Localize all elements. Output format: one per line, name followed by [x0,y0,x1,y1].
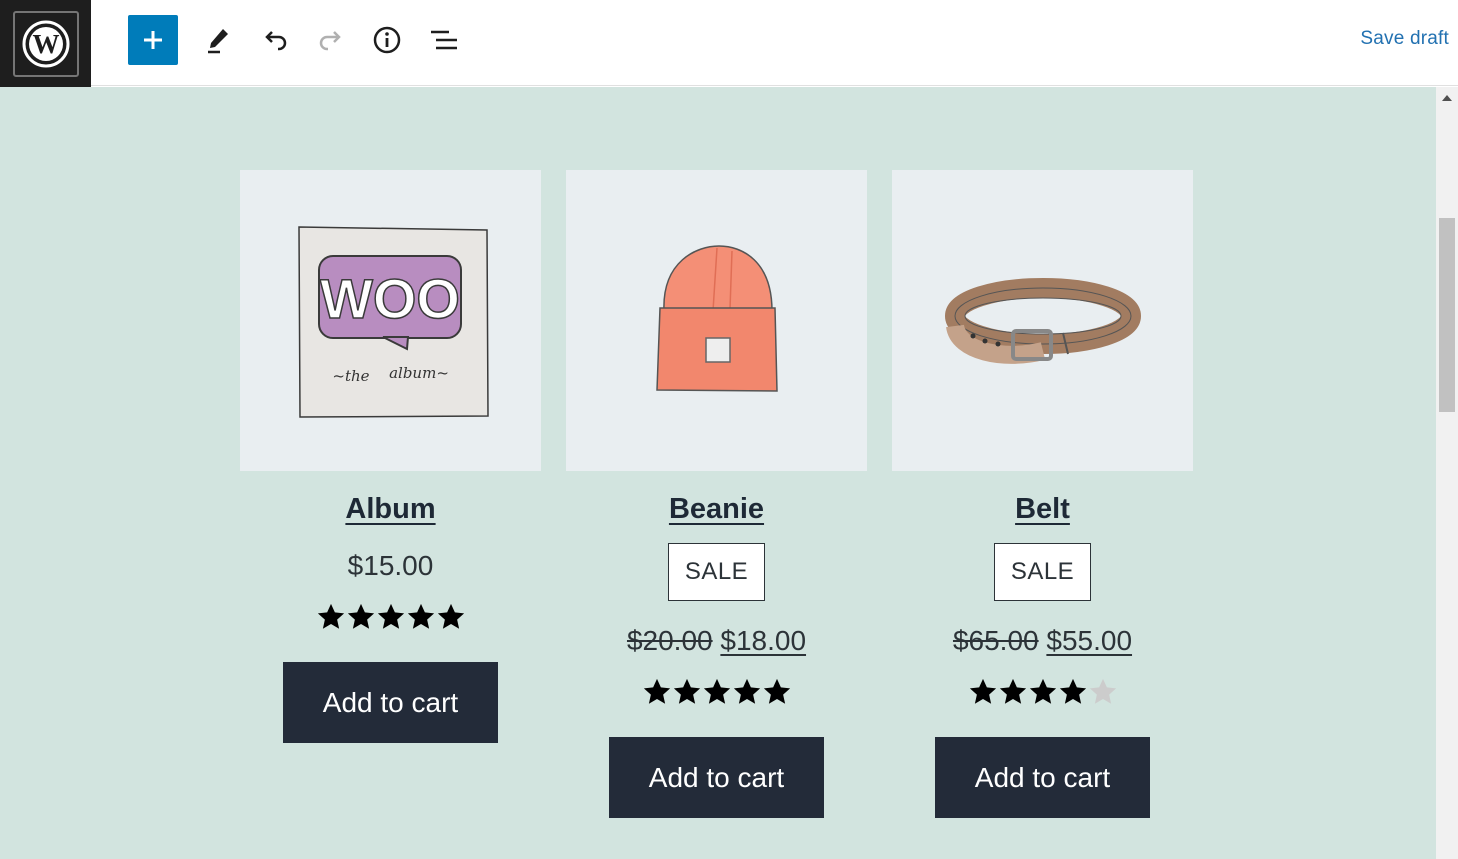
product-price: $15.00 [240,550,541,582]
star-icon [407,603,434,629]
star-rating [240,602,541,638]
star-icon [1029,678,1056,704]
original-price: $20.00 [626,625,713,656]
star-icon [703,678,730,704]
wordpress-logo-icon: W [22,20,69,67]
product-title[interactable]: Belt [1015,493,1070,526]
undo-icon [265,31,287,51]
beanie-icon [655,244,778,392]
tools-button[interactable] [193,15,243,65]
product-price: $65.00 $55.00 [892,625,1193,657]
scroll-up-arrow-icon[interactable] [1442,95,1452,101]
star-icon [969,678,996,704]
editor-canvas: WOO ~the album~ Album $15.00 Add to cart… [0,87,1436,859]
star-icon [1059,678,1086,704]
belt-icon [944,277,1141,364]
star-icon [763,678,790,704]
current-price: $15.00 [347,550,434,581]
add-to-cart-button[interactable]: Add to cart [935,737,1150,818]
svg-text:album~: album~ [389,364,449,382]
editor-header: W Save draft [0,0,1458,87]
add-block-button[interactable] [128,15,178,65]
star-rating [566,677,867,713]
scrollbar-thumb[interactable] [1439,218,1455,412]
redo-button[interactable] [306,15,356,65]
product-card: WOO ~the album~ Album $15.00 Add to cart [240,170,541,743]
woo-album-icon: WOO ~the album~ [297,225,489,418]
info-icon [373,26,401,54]
product-card: Belt SALE $65.00 $55.00 Add to cart [892,170,1193,818]
details-button[interactable] [362,15,412,65]
star-icon [673,678,700,704]
star-icon [317,603,344,629]
product-title[interactable]: Album [345,493,435,526]
product-image[interactable] [892,170,1193,471]
list-view-icon [431,30,457,50]
add-to-cart-button[interactable]: Add to cart [283,662,498,743]
pencil-icon [208,29,228,54]
sale-price: $18.00 [720,625,807,656]
svg-text:WOO: WOO [320,267,460,330]
add-to-cart-button[interactable]: Add to cart [609,737,824,818]
vertical-scrollbar[interactable] [1436,87,1458,859]
svg-text:~the: ~the [332,367,369,385]
star-rating [892,677,1193,713]
star-icon [733,678,760,704]
star-icon [437,603,464,629]
sale-badge: SALE [668,543,765,601]
redo-icon [319,31,341,51]
wordpress-logo-frame: W [12,10,79,77]
list-view-button[interactable] [419,15,469,65]
star-icon [999,678,1026,704]
product-image[interactable]: WOO ~the album~ [240,170,541,471]
save-draft-button[interactable]: Save draft [1360,28,1449,50]
original-price: $65.00 [952,625,1039,656]
star-icon [377,603,404,629]
star-icon [1089,678,1116,704]
product-card: Beanie SALE $20.00 $18.00 Add to cart [566,170,867,818]
undo-button[interactable] [250,15,300,65]
svg-text:W: W [32,29,59,59]
sale-badge: SALE [994,543,1091,601]
product-price: $20.00 $18.00 [566,625,867,657]
sale-price: $55.00 [1046,625,1133,656]
star-icon [643,678,670,704]
star-icon [347,603,374,629]
wordpress-home-button[interactable]: W [0,0,91,87]
plus-icon [144,31,162,49]
product-title[interactable]: Beanie [669,493,764,526]
product-image[interactable] [566,170,867,471]
